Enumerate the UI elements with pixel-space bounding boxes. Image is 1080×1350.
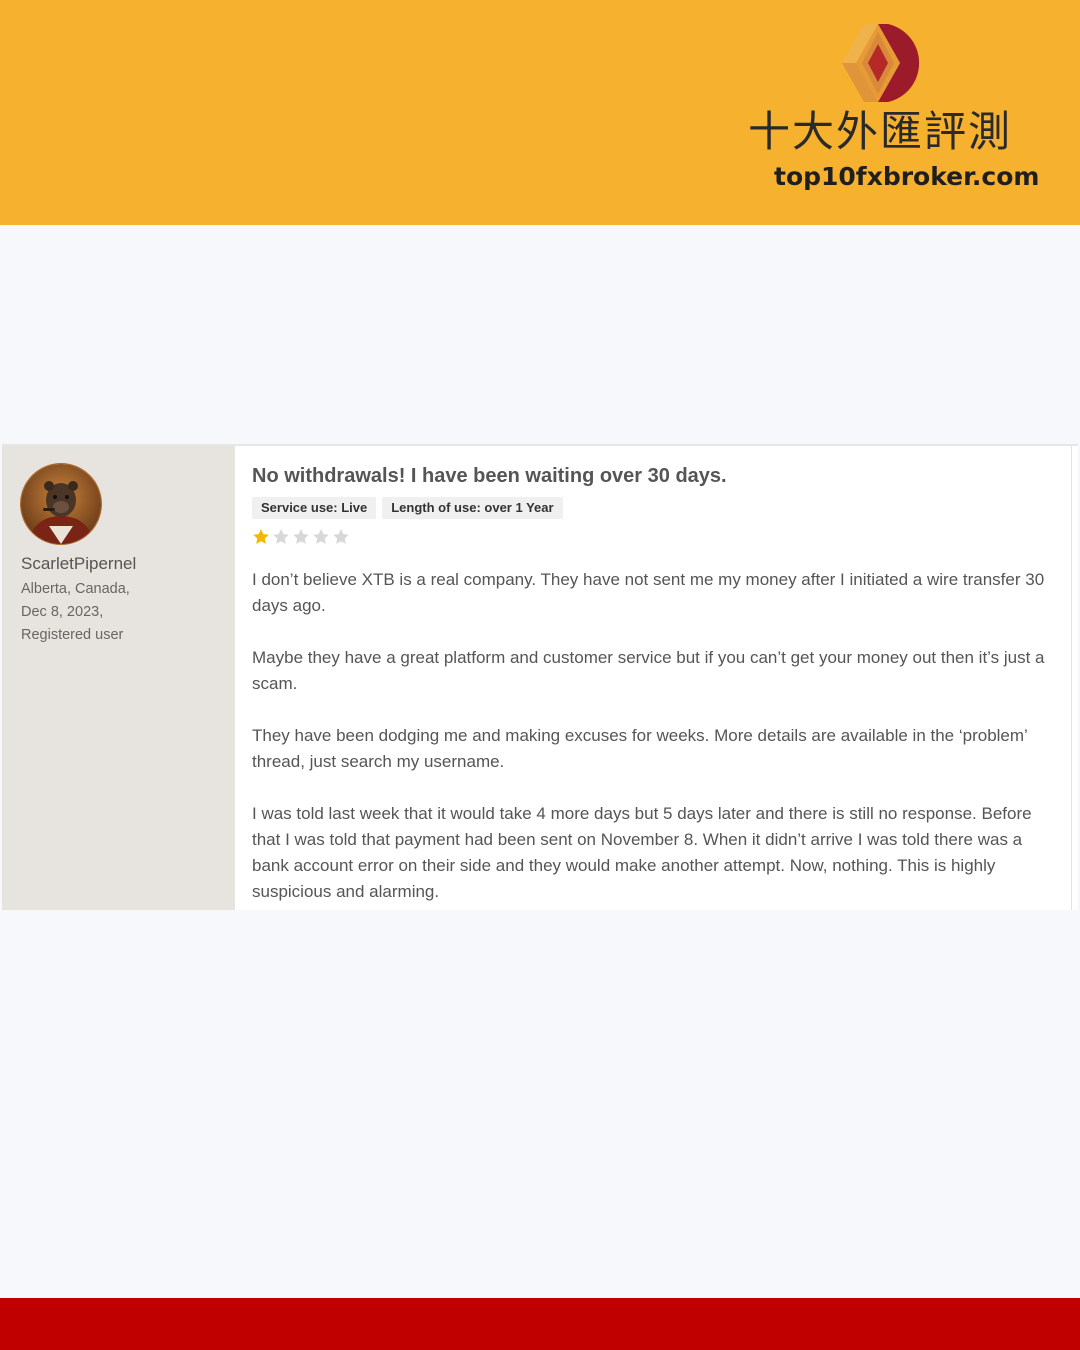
review-tags: Service use: Live Length of use: over 1 … bbox=[252, 497, 563, 519]
review-text: I don’t believe XTB is a real company. T… bbox=[252, 567, 1052, 910]
brand-url: top10fxbroker.com bbox=[774, 162, 1040, 191]
star-icon-1 bbox=[253, 529, 269, 544]
brand-chinese-name: 十大外匯評測 bbox=[748, 107, 1013, 156]
reviewer-panel: ScarletPipernel Alberta, Canada, Dec 8, … bbox=[2, 446, 235, 910]
reviewer-status: Registered user bbox=[21, 627, 124, 643]
star-icon-4 bbox=[313, 529, 329, 544]
brand-block[interactable]: 十大外匯評測 top10fxbroker.com bbox=[748, 22, 1040, 191]
review-card: ScarletPipernel Alberta, Canada, Dec 8, … bbox=[2, 444, 1078, 910]
review-paragraph: They have been dodging me and making exc… bbox=[252, 726, 1028, 771]
avatar-portrait-icon bbox=[21, 464, 101, 544]
review-date: Dec 8, 2023, bbox=[21, 604, 104, 620]
star-rating bbox=[252, 528, 350, 546]
review-paragraph: I don’t believe XTB is a real company. T… bbox=[252, 570, 1045, 615]
star-icon-5 bbox=[333, 529, 349, 544]
review-content: No withdrawals! I have been waiting over… bbox=[235, 446, 1072, 910]
star-icon-3 bbox=[293, 529, 309, 544]
reviewer-location: Alberta, Canada, bbox=[21, 581, 130, 597]
reviewer-meta: Alberta, Canada, Dec 8, 2023, Registered… bbox=[21, 578, 130, 647]
brand-logo-icon bbox=[842, 24, 920, 102]
review-title: No withdrawals! I have been waiting over… bbox=[252, 465, 727, 487]
star-icon-2 bbox=[273, 529, 289, 544]
tag-service-use: Service use: Live bbox=[252, 497, 377, 519]
review-paragraph: Maybe they have a great platform and cus… bbox=[252, 648, 1045, 693]
review-paragraph: I was told last week that it would take … bbox=[252, 804, 1032, 901]
avatar[interactable] bbox=[20, 463, 102, 545]
tag-length-of-use: Length of use: over 1 Year bbox=[382, 497, 563, 519]
footer-bar bbox=[0, 1298, 1080, 1350]
reviewer-name[interactable]: ScarletPipernel bbox=[21, 554, 136, 574]
header-banner: 十大外匯評測 top10fxbroker.com bbox=[0, 0, 1080, 225]
